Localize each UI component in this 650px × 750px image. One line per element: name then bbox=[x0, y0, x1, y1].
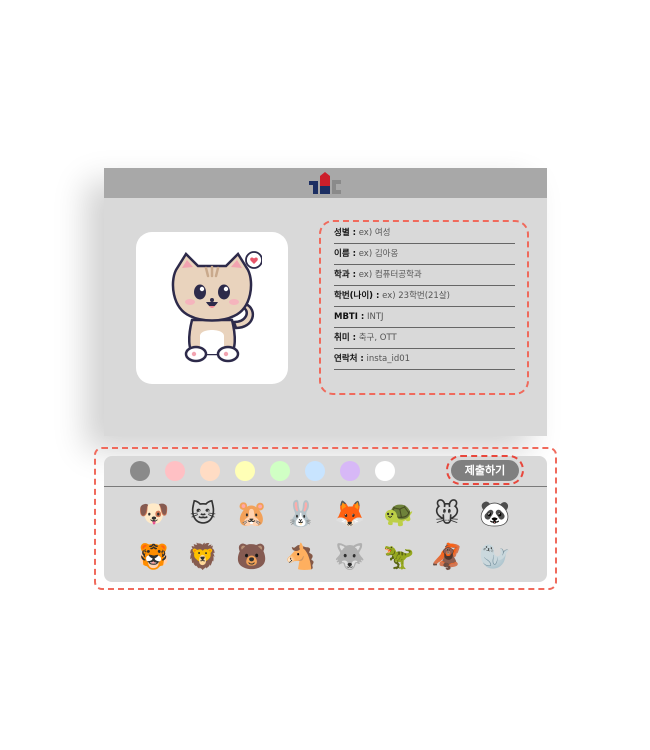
info-key: 학과 : bbox=[334, 270, 356, 280]
mouse-face-icon[interactable]: 🐭 bbox=[430, 497, 464, 531]
profile-avatar[interactable] bbox=[136, 232, 288, 384]
wolf-face-icon[interactable]: 🐺 bbox=[333, 540, 367, 574]
info-value: INTJ bbox=[366, 312, 384, 322]
info-value: ex) 여성 bbox=[358, 228, 391, 238]
info-key: 취미 : bbox=[334, 333, 356, 343]
info-key: 성별 : bbox=[334, 228, 356, 238]
bear-face-icon[interactable]: 🐻 bbox=[235, 540, 269, 574]
horse-face-icon[interactable]: 🐴 bbox=[284, 540, 318, 574]
info-key: 이름 : bbox=[334, 249, 356, 259]
info-value: ex) 김아옹 bbox=[358, 249, 399, 259]
info-value: 축구, OTT bbox=[358, 333, 397, 343]
info-row-mbti[interactable]: MBTI : INTJ bbox=[334, 307, 515, 328]
color-swatch-gray[interactable] bbox=[130, 461, 150, 481]
orangutan-icon[interactable]: 🦧 bbox=[430, 540, 464, 574]
info-row-name[interactable]: 이름 : ex) 김아옹 bbox=[334, 244, 515, 265]
color-swatch-green[interactable] bbox=[270, 461, 290, 481]
rabbit-face-icon[interactable]: 🐰 bbox=[284, 497, 318, 531]
info-key: MBTI : bbox=[334, 312, 365, 322]
color-swatch-blue[interactable] bbox=[305, 461, 325, 481]
cat-face-icon[interactable]: 🐱 bbox=[186, 497, 220, 531]
submit-button[interactable]: 제출하기 bbox=[451, 460, 519, 481]
t-rex-icon[interactable]: 🦖 bbox=[382, 540, 416, 574]
lion-face-icon[interactable]: 🦁 bbox=[186, 540, 220, 574]
info-row-hobby[interactable]: 취미 : 축구, OTT bbox=[334, 328, 515, 349]
info-row-department[interactable]: 학과 : ex) 컴퓨터공학과 bbox=[334, 265, 515, 286]
info-value: ex) 컴퓨터공학과 bbox=[358, 270, 422, 280]
color-swatch-purple[interactable] bbox=[340, 461, 360, 481]
info-key: 연락처 : bbox=[334, 354, 364, 364]
palette-divider bbox=[104, 486, 547, 487]
info-row-student-id[interactable]: 학번(나이) : ex) 23학번(21살) bbox=[334, 286, 515, 307]
cat-avatar-icon bbox=[171, 251, 262, 363]
info-value: ex) 23학번(21살) bbox=[382, 291, 450, 301]
info-row-contact[interactable]: 연락처 : insta_id01 bbox=[334, 349, 515, 370]
info-key: 학번(나이) : bbox=[334, 291, 380, 301]
fox-face-icon[interactable]: 🦊 bbox=[333, 497, 367, 531]
tiger-face-icon[interactable]: 🐯 bbox=[137, 540, 171, 574]
info-value: insta_id01 bbox=[366, 354, 411, 364]
info-row-gender[interactable]: 성별 : ex) 여성 bbox=[334, 223, 515, 244]
color-swatch-peach[interactable] bbox=[200, 461, 220, 481]
turtle-icon[interactable]: 🐢 bbox=[382, 497, 416, 531]
logo-icon bbox=[309, 172, 341, 194]
color-swatch-pink[interactable] bbox=[165, 461, 185, 481]
card-header bbox=[104, 168, 547, 198]
dog-face-icon[interactable]: 🐶 bbox=[137, 497, 171, 531]
panda-face-icon[interactable]: 🐼 bbox=[478, 497, 512, 531]
color-swatch-yellow[interactable] bbox=[235, 461, 255, 481]
color-swatch-white[interactable] bbox=[375, 461, 395, 481]
seal-icon[interactable]: 🦭 bbox=[478, 540, 512, 574]
hamster-face-icon[interactable]: 🐹 bbox=[235, 497, 269, 531]
